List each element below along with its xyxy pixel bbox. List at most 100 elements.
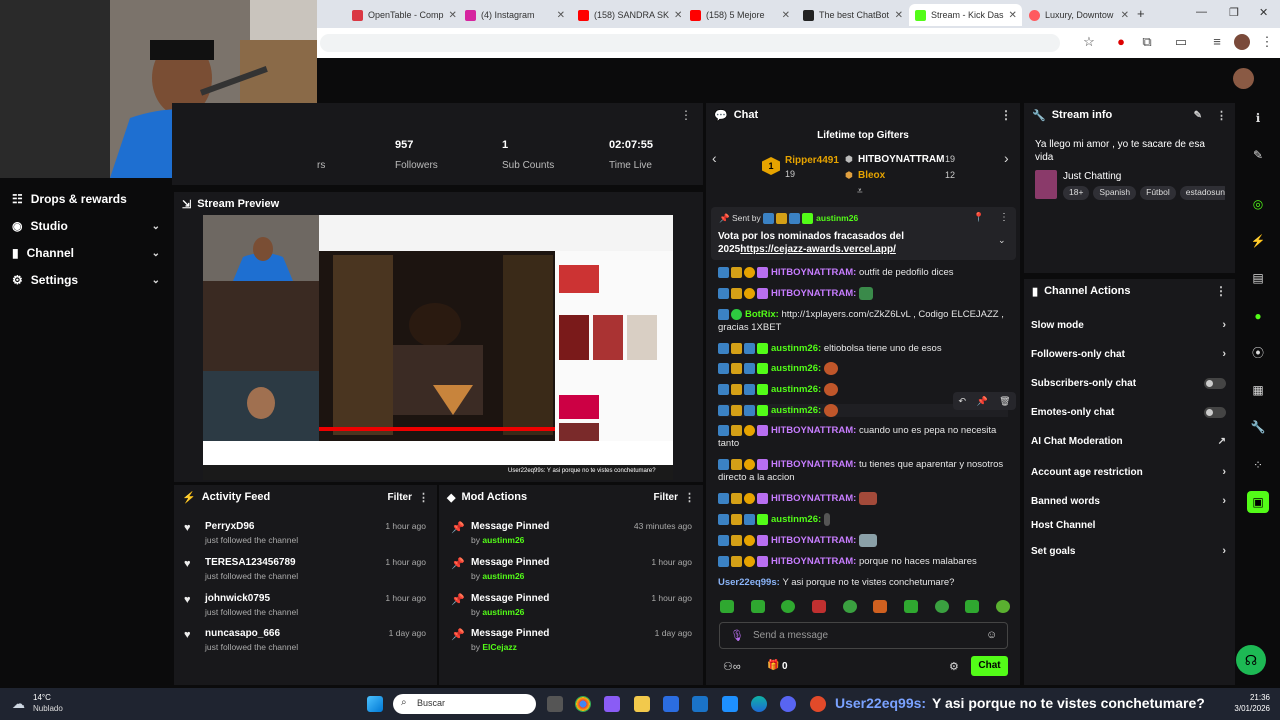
chat-input-box[interactable]: 🎙 Send a message ☺	[719, 622, 1008, 649]
cast-icon[interactable]: ▭	[1173, 34, 1189, 50]
category-thumbnail[interactable]	[1035, 170, 1057, 199]
top-gifter-name[interactable]: Ripper4491	[785, 155, 839, 166]
reply-icon[interactable]: ↶	[958, 396, 966, 407]
copilot-icon[interactable]	[604, 696, 620, 712]
chat-settings-icon[interactable]: ⚙	[949, 660, 959, 673]
support-headset-icon[interactable]: ☊	[1236, 645, 1266, 675]
emoji-icon[interactable]: ☺	[986, 629, 997, 641]
emote-icon[interactable]	[995, 600, 1010, 613]
kebab-menu-icon[interactable]: ⋮	[684, 491, 695, 504]
emote-icon[interactable]	[903, 600, 918, 613]
edit-icon[interactable]: ✎	[1194, 110, 1202, 121]
chat-username[interactable]: User22eq99s	[718, 577, 777, 588]
chat-username[interactable]: austinm26	[771, 384, 818, 395]
weather-temp[interactable]: 14°C	[33, 693, 51, 702]
filter-button[interactable]: Filter	[654, 492, 678, 503]
chat-message[interactable]: User22eq99s: Y asi porque no te vistes c…	[718, 576, 1008, 589]
taskbar-search[interactable]: ⌕ Buscar	[393, 694, 536, 714]
tag-chip[interactable]: 18+	[1063, 186, 1090, 200]
kebab-menu-icon[interactable]: ⋮	[680, 108, 692, 122]
kebab-menu-icon[interactable]: ⋮	[1215, 284, 1227, 298]
browser-tab[interactable]: (4) Instagram ✕	[459, 4, 571, 26]
file-explorer-icon[interactable]	[634, 696, 650, 712]
info-icon[interactable]: ℹ	[1247, 107, 1269, 129]
pinned-link[interactable]: https://cejazz-awards.vercel.app/	[740, 244, 896, 255]
gifter-name[interactable]: HITBOYNATTRAM	[858, 154, 944, 165]
sidebar-item-settings[interactable]: ⚙ Settings ⌄	[12, 273, 160, 287]
chat-message[interactable]: HITBOYNATTRAM:	[718, 492, 1008, 505]
tag-chip[interactable]: Spanish	[1093, 186, 1137, 200]
sidebar-item-studio[interactable]: ◉ Studio ⌄	[12, 219, 160, 233]
chat-username[interactable]: HITBOYNATTRAM	[771, 556, 853, 567]
chevron-down-icon[interactable]: ⌄	[998, 235, 1006, 246]
chat-message[interactable]: HITBOYNATTRAM: outfit de pedofilo dices	[718, 266, 1008, 279]
close-icon[interactable]: ✕	[1121, 10, 1129, 21]
action-subscribers-only[interactable]: Subscribers-only chat	[1031, 378, 1226, 389]
chat-username[interactable]: austinm26	[771, 514, 818, 525]
kebab-menu-icon[interactable]: ⋮	[418, 491, 429, 504]
url-field[interactable]	[320, 34, 1060, 52]
edge-icon[interactable]	[751, 696, 767, 712]
emote-icon[interactable]	[750, 600, 765, 613]
mod-user[interactable]: austinm26	[482, 607, 524, 617]
action-ai-moderation[interactable]: AI Chat Moderation ↗	[1031, 436, 1226, 447]
tag-chip[interactable]: estadosun	[1179, 186, 1225, 200]
action-account-age[interactable]: Account age restriction ›	[1031, 466, 1226, 478]
chat-username[interactable]: BotRix	[745, 309, 776, 320]
tools-icon[interactable]: 🔧	[1247, 416, 1269, 438]
bolt-icon[interactable]: ⚡	[1247, 230, 1269, 252]
unpin-icon[interactable]: 📍	[973, 212, 984, 223]
store-icon[interactable]	[663, 696, 679, 712]
close-icon[interactable]: ✕	[557, 10, 565, 21]
mod-user[interactable]: austinm26	[482, 535, 524, 545]
close-icon[interactable]: ✕	[895, 10, 903, 21]
media-icon[interactable]: ≡	[1209, 34, 1225, 50]
collapse-icon[interactable]: ⩡	[857, 186, 863, 197]
browser-menu-icon[interactable]: ⋮	[1259, 34, 1275, 50]
browser-tab[interactable]: (158) SANDRA SK ✕	[572, 4, 684, 26]
close-icon[interactable]: ✕	[1009, 10, 1017, 21]
close-icon[interactable]: ✕	[449, 10, 457, 21]
new-tab-button[interactable]: +	[1137, 6, 1145, 21]
gift-icon[interactable]: 🎁	[767, 660, 779, 671]
profile-avatar[interactable]	[1234, 34, 1250, 50]
delete-icon[interactable]: 🗑	[999, 396, 1010, 407]
pencil-icon[interactable]: ✎	[1247, 144, 1269, 166]
emote-icon[interactable]	[781, 600, 796, 613]
chat-username[interactable]: austinm26	[771, 405, 818, 416]
emotes-only-toggle[interactable]	[1204, 407, 1226, 418]
browser-tab[interactable]: Luxury, Downtow ✕	[1023, 4, 1135, 26]
window-close-icon[interactable]: ✕	[1259, 6, 1268, 19]
kebab-menu-icon[interactable]: ⋮	[999, 212, 1009, 223]
pin-icon[interactable]: 📌	[977, 396, 988, 407]
app-icon[interactable]	[810, 696, 826, 712]
browser-tab[interactable]: OpenTable - Comp ✕	[346, 4, 458, 26]
action-slow-mode[interactable]: Slow mode ›	[1031, 319, 1226, 331]
browser-tab-active[interactable]: Stream - Kick Das ✕	[909, 4, 1022, 26]
close-icon[interactable]: ✕	[782, 10, 790, 21]
document-icon[interactable]: ▤	[1247, 267, 1269, 289]
action-banned-words[interactable]: Banned words ›	[1031, 495, 1226, 507]
chat-message[interactable]: BotRix: http://1xplayers.com/cZkZ6LvL , …	[718, 308, 1008, 334]
mic-icon[interactable]: 🎙	[730, 629, 744, 642]
outlook-icon[interactable]	[692, 696, 708, 712]
chat-message[interactable]: austinm26:	[718, 362, 1008, 375]
chat-username[interactable]: austinm26	[771, 343, 818, 354]
mod-user[interactable]: austinm26	[482, 571, 524, 581]
chat-bubble-icon[interactable]: ●	[1247, 305, 1269, 327]
kebab-menu-icon[interactable]: ⋮	[1000, 108, 1012, 122]
browser-tab[interactable]: The best ChatBot ✕	[797, 4, 909, 26]
task-view-icon[interactable]	[547, 696, 563, 712]
points-icon[interactable]: ⚇∞	[723, 660, 741, 673]
user-avatar[interactable]	[1233, 68, 1254, 89]
filter-button[interactable]: Filter	[388, 492, 412, 503]
discord-icon[interactable]	[780, 696, 796, 712]
subscribers-only-toggle[interactable]	[1204, 378, 1226, 389]
sidebar-item-channel[interactable]: ▮ Channel ⌄	[12, 246, 160, 260]
chat-username[interactable]: HITBOYNATTRAM	[771, 493, 853, 504]
chat-message[interactable]: HITBOYNATTRAM: cuando uno es pepa no nec…	[718, 424, 1008, 450]
emote-icon[interactable]	[934, 600, 949, 613]
emote-icon[interactable]	[965, 600, 980, 613]
chevron-right-icon[interactable]: ›	[1004, 150, 1009, 166]
apps-icon[interactable]: ⁘	[1247, 454, 1269, 476]
